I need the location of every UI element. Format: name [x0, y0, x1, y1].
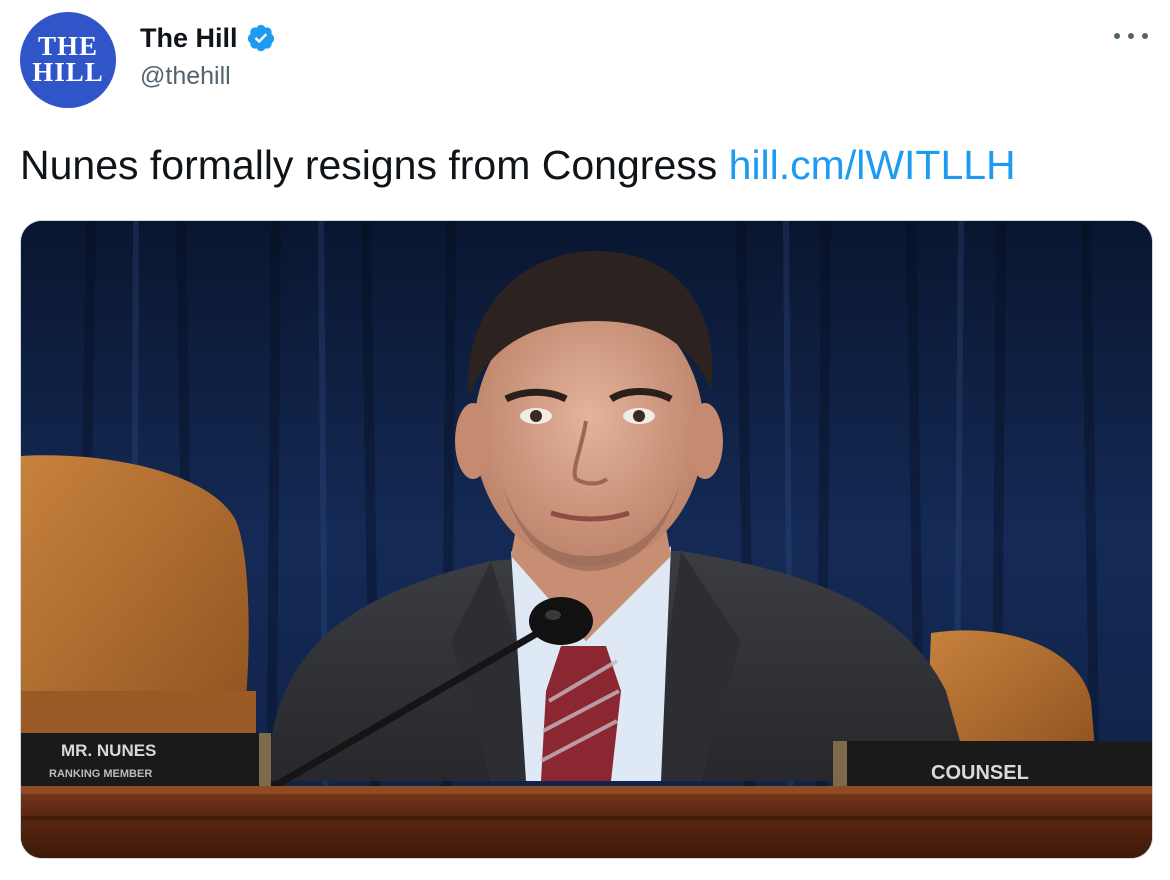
nameplate-left-title: RANKING MEMBER: [49, 768, 152, 780]
verified-badge-icon: [246, 23, 276, 53]
handle[interactable]: @thehill: [140, 62, 276, 91]
avatar[interactable]: THE HILL: [20, 12, 116, 108]
nameplate-right-text: COUNSEL: [931, 762, 1029, 784]
nameplate-left-name: MR. NUNES: [61, 741, 156, 760]
photo-illustration: MR. NUNES RANKING MEMBER COUNSEL: [21, 221, 1152, 858]
tweet-card: THE HILL The Hill @thehill Nunes formall…: [0, 0, 1170, 880]
more-dot: [1114, 33, 1120, 39]
more-options-icon[interactable]: [1114, 24, 1148, 48]
tweet-photo[interactable]: MR. NUNES RANKING MEMBER COUNSEL: [20, 220, 1153, 859]
tweet-text: Nunes formally resigns from Congress hil…: [20, 142, 1016, 189]
more-dot: [1128, 33, 1134, 39]
name-row: The Hill: [140, 20, 276, 56]
tweet-link[interactable]: hill.cm/lWITLLH: [729, 142, 1016, 188]
avatar-line-2: HILL: [32, 57, 104, 87]
tweet-body: Nunes formally resigns from Congress: [20, 142, 729, 188]
author-block: The Hill @thehill: [140, 20, 276, 91]
more-dot: [1142, 33, 1148, 39]
display-name[interactable]: The Hill: [140, 23, 238, 54]
